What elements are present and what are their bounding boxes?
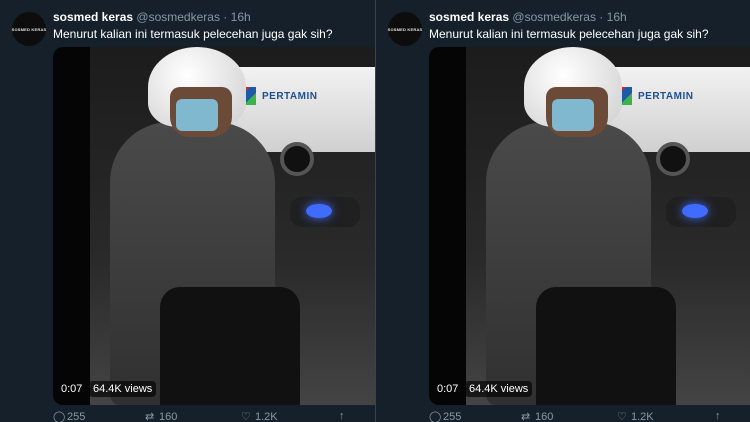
heart-icon: ♡	[617, 411, 627, 422]
tweet-header: sosmed keras @sosmedkeras · 16h	[53, 10, 251, 24]
display-name[interactable]: sosmed keras	[429, 10, 509, 24]
rider-legs	[160, 287, 300, 405]
reply-icon: ◯	[429, 411, 442, 422]
avatar-text: SOSMED KERAS	[11, 26, 47, 32]
tweet-actions: ◯ 255 ⇄ 160 ♡ 1.2K ↑	[53, 410, 373, 422]
like-button[interactable]: ♡ 1.2K	[241, 410, 278, 422]
share-icon: ↑	[339, 410, 345, 422]
retweet-icon: ⇄	[145, 411, 155, 422]
video-duration: 0:07	[437, 383, 459, 395]
face-mask	[176, 99, 218, 131]
tweet-text: Menurut kalian ini termasuk pelecehan ju…	[53, 27, 333, 41]
rider-legs	[536, 287, 676, 405]
separator: ·	[599, 10, 604, 24]
face-mask	[552, 99, 594, 131]
reply-count: 255	[443, 411, 462, 422]
tweet-panel-left: SOSMED KERAS sosmed keras @sosmedkeras ·…	[0, 0, 375, 422]
truck-wheel	[656, 142, 690, 176]
view-count: 64.4K views	[89, 381, 157, 397]
avatar-text: SOSMED KERAS	[387, 26, 423, 32]
truck-text: PERTAMIN	[262, 91, 318, 102]
retweet-icon: ⇄	[521, 411, 531, 422]
reply-button[interactable]: ◯ 255	[429, 410, 461, 422]
tweet-header: sosmed keras @sosmedkeras · 16h	[429, 10, 627, 24]
truck-wheel	[280, 142, 314, 176]
video-player[interactable]: PERTAMIN 0:07 64.4K views	[53, 47, 375, 405]
tweet-time[interactable]: 16h	[231, 10, 251, 24]
retweet-count: 160	[159, 411, 178, 422]
retweet-button[interactable]: ⇄ 160	[145, 410, 177, 422]
reply-button[interactable]: ◯ 255	[53, 410, 85, 422]
video-player[interactable]: PERTAMIN 0:07 64.4K views	[429, 47, 750, 405]
share-icon: ↑	[715, 410, 721, 422]
display-name[interactable]: sosmed keras	[53, 10, 133, 24]
view-count: 64.4K views	[465, 381, 533, 397]
reply-icon: ◯	[53, 411, 66, 422]
tweet-actions: ◯ 255 ⇄ 160 ♡ 1.2K ↑	[429, 410, 749, 422]
retweet-count: 160	[535, 411, 554, 422]
motorbike-light	[306, 204, 332, 218]
share-button[interactable]: ↑	[715, 410, 729, 422]
video-frame: PERTAMIN	[466, 47, 750, 405]
retweet-button[interactable]: ⇄ 160	[521, 410, 553, 422]
share-button[interactable]: ↑	[339, 410, 353, 422]
video-frame: PERTAMIN	[90, 47, 375, 405]
truck-text: PERTAMIN	[638, 91, 694, 102]
user-handle[interactable]: @sosmedkeras	[136, 10, 220, 24]
heart-icon: ♡	[241, 411, 251, 422]
motorbike-light	[682, 204, 708, 218]
like-count: 1.2K	[255, 411, 278, 422]
tweet-time[interactable]: 16h	[607, 10, 627, 24]
separator: ·	[223, 10, 228, 24]
like-count: 1.2K	[631, 411, 654, 422]
reply-count: 255	[67, 411, 86, 422]
user-handle[interactable]: @sosmedkeras	[512, 10, 596, 24]
video-duration: 0:07	[61, 383, 83, 395]
avatar[interactable]: SOSMED KERAS	[12, 12, 46, 46]
like-button[interactable]: ♡ 1.2K	[617, 410, 654, 422]
tweet-text: Menurut kalian ini termasuk pelecehan ju…	[429, 27, 709, 41]
tweet-panel-right: SOSMED KERAS sosmed keras @sosmedkeras ·…	[375, 0, 750, 422]
avatar[interactable]: SOSMED KERAS	[388, 12, 422, 46]
